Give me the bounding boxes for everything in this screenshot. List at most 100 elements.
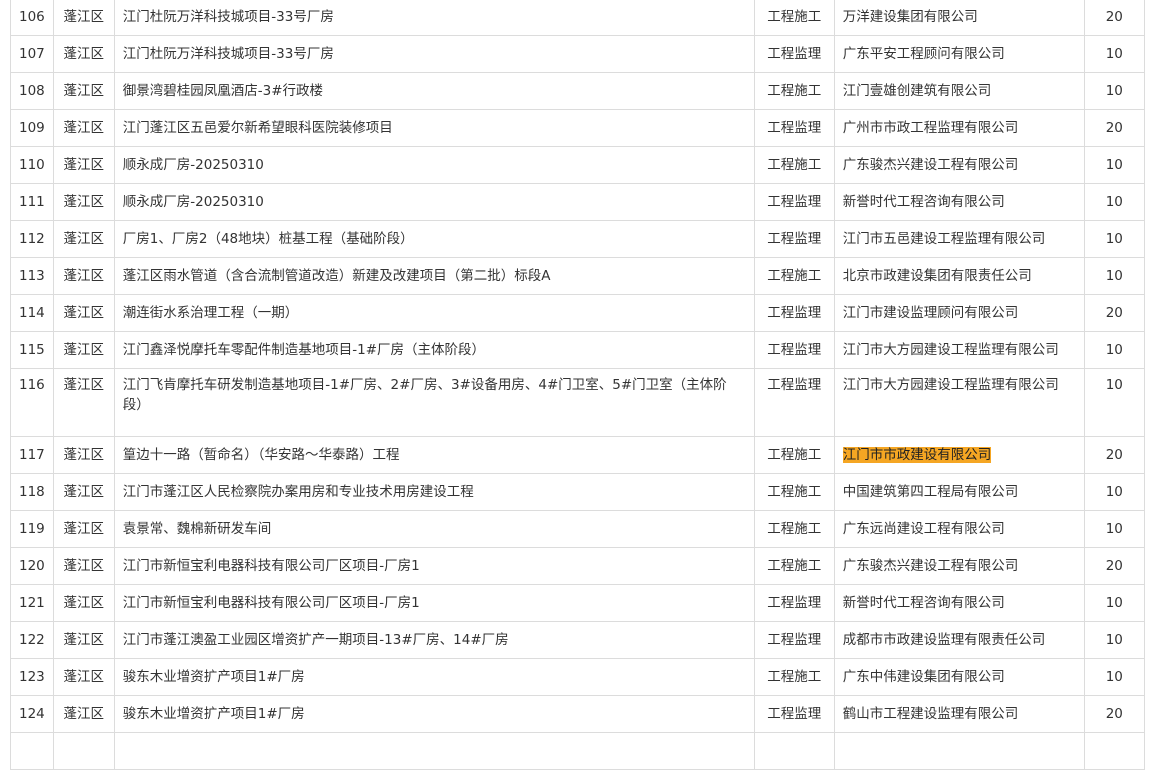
district-cell: 蓬江区 [52, 257, 115, 295]
work-type-cell: 工程施工 [753, 72, 835, 110]
table-row: 113 蓬江区 蓬江区雨水管道（含合流制管道改造）新建及改建项目（第二批）标段A 工程… [10, 257, 1145, 295]
row-number-cell: 120 [10, 547, 54, 585]
row-number-cell: 122 [10, 621, 54, 659]
project-name-cell-text: 江门市蓬江区人民检察院办案用房和专业技术用房建设工程 [122, 484, 474, 500]
work-type-cell: 工程施工 [753, 257, 835, 295]
project-name-cell-text: 江门鑫泽悦摩托车零配件制造基地项目-1#厂房（主体阶段） [122, 342, 486, 358]
company-name-cell-text: 江门市五邑建设工程监理有限公司 [842, 231, 1046, 247]
score-cell-text: 10 [1105, 268, 1123, 284]
work-type-cell-text: 工程监理 [767, 706, 822, 722]
work-type-cell-text: 工程施工 [767, 521, 822, 537]
row-number-cell-text: 124 [19, 706, 45, 722]
work-type-cell: 工程监理 [753, 183, 835, 221]
work-type-cell-text: 工程监理 [767, 46, 822, 62]
row-number-cell: 111 [10, 183, 54, 221]
district-cell-text: 蓬江区 [63, 521, 105, 537]
company-name-cell: 广东骏杰兴建设工程有限公司 [833, 547, 1085, 585]
company-name-cell-text: 江门市市政建设有限公司 [842, 447, 992, 463]
table-row: 124 蓬江区 骏东木业增资扩产项目1#厂房 工程监理 鹤山市工程建设监理有限公司 20 [10, 695, 1145, 733]
project-name-cell-text: 江门杜阮万洋科技城项目-33号厂房 [122, 46, 334, 62]
company-name-cell: 江门市大方园建设工程监理有限公司 [833, 368, 1085, 437]
row-number-cell: 118 [10, 473, 54, 511]
row-number-cell-text: 112 [19, 231, 45, 247]
project-name-cell: 顺永成厂房-20250310 [113, 183, 755, 221]
district-cell-text: 蓬江区 [63, 447, 105, 463]
score-cell: 10 [1083, 257, 1145, 295]
score-cell-text: 10 [1105, 669, 1123, 685]
district-cell: 蓬江区 [52, 72, 115, 110]
score-cell: 10 [1083, 658, 1145, 696]
company-name-cell: 广东骏杰兴建设工程有限公司 [833, 146, 1085, 184]
row-number-cell-text: 109 [19, 120, 45, 136]
score-cell: 20 [1083, 109, 1145, 147]
district-cell: 蓬江区 [52, 473, 115, 511]
project-name-cell-text: 厂房1、厂房2（48地块）桩基工程（基础阶段） [122, 231, 414, 247]
company-name-cell-text: 新誉时代工程咨询有限公司 [842, 595, 1005, 611]
project-name-cell: 江门市新恒宝利电器科技有限公司厂区项目-厂房1 [113, 547, 755, 585]
company-name-cell: 江门市五邑建设工程监理有限公司 [833, 220, 1085, 258]
row-number-cell-text: 123 [19, 669, 45, 685]
company-name-cell: 北京市政建设集团有限责任公司 [833, 257, 1085, 295]
project-name-cell-text: 顺永成厂房-20250310 [122, 194, 264, 210]
company-name-cell: 江门壹雄创建筑有限公司 [833, 72, 1085, 110]
table-row: 121 蓬江区 江门市新恒宝利电器科技有限公司厂区项目-厂房1 工程监理 新誉时代工程咨… [10, 584, 1145, 622]
work-type-cell-text: 工程监理 [767, 120, 822, 136]
score-cell: 10 [1083, 584, 1145, 622]
company-name-cell: 万洋建设集团有限公司 [833, 0, 1085, 36]
table-row: 122 蓬江区 江门市蓬江澳盈工业园区增资扩产一期项目-13#厂房、14#厂房 工程监… [10, 621, 1145, 659]
project-name-cell-text: 江门市蓬江澳盈工业园区增资扩产一期项目-13#厂房、14#厂房 [122, 632, 509, 648]
district-cell-text: 蓬江区 [63, 120, 105, 136]
row-number-cell-text: 107 [19, 46, 45, 62]
table-row: 112 蓬江区 厂房1、厂房2（48地块）桩基工程（基础阶段） 工程监理 江门市五邑建设… [10, 220, 1145, 258]
district-cell: 蓬江区 [52, 0, 115, 36]
score-cell-text: 10 [1105, 632, 1123, 648]
table-row: 110 蓬江区 顺永成厂房-20250310 工程施工 广东骏杰兴建设工程有限公司 10 [10, 146, 1145, 184]
score-cell-text: 10 [1105, 377, 1123, 393]
score-cell: 10 [1083, 473, 1145, 511]
score-cell-text: 10 [1105, 83, 1123, 99]
company-name-cell [833, 732, 1085, 770]
row-number-cell: 108 [10, 72, 54, 110]
score-cell-text: 10 [1105, 46, 1123, 62]
project-name-cell: 厂房1、厂房2（48地块）桩基工程（基础阶段） [113, 220, 755, 258]
work-type-cell: 工程监理 [753, 220, 835, 258]
company-name-cell-text: 新誉时代工程咨询有限公司 [842, 194, 1005, 210]
score-cell-text: 20 [1105, 305, 1123, 321]
company-name-cell-text: 万洋建设集团有限公司 [842, 9, 978, 25]
row-number-cell-text: 120 [19, 558, 45, 574]
table-row: 119 蓬江区 袁景常、魏棉新研发车间 工程施工 广东远尚建设工程有限公司 10 [10, 510, 1145, 548]
district-cell-text: 蓬江区 [63, 706, 105, 722]
table-row: 109 蓬江区 江门蓬江区五邑爱尔新希望眼科医院装修项目 工程监理 广州市市政工程监理有… [10, 109, 1145, 147]
project-name-cell-text: 骏东木业增资扩产项目1#厂房 [122, 706, 305, 722]
project-name-cell-text: 潮连街水系治理工程（一期） [122, 305, 299, 321]
work-type-cell: 工程监理 [753, 331, 835, 369]
work-type-cell-text: 工程监理 [767, 342, 822, 358]
district-cell-text: 蓬江区 [63, 83, 105, 99]
project-name-cell [113, 732, 755, 770]
district-cell-text: 蓬江区 [63, 595, 105, 611]
work-type-cell: 工程施工 [753, 436, 835, 474]
work-type-cell: 工程施工 [753, 658, 835, 696]
table-row: 123 蓬江区 骏东木业增资扩产项目1#厂房 工程施工 广东中伟建设集团有限公司 10 [10, 658, 1145, 696]
row-number-cell: 110 [10, 146, 54, 184]
row-number-cell: 115 [10, 331, 54, 369]
table-row: 111 蓬江区 顺永成厂房-20250310 工程监理 新誉时代工程咨询有限公司 10 [10, 183, 1145, 221]
district-cell-text: 蓬江区 [63, 231, 105, 247]
score-cell: 10 [1083, 35, 1145, 73]
results-table: 106 蓬江区 江门杜阮万洋科技城项目-33号厂房 工程施工 万洋建设集团有限公司 20 1… [10, 0, 1145, 770]
work-type-cell-text: 工程监理 [767, 595, 822, 611]
district-cell: 蓬江区 [52, 547, 115, 585]
project-name-cell-text: 顺永成厂房-20250310 [122, 157, 264, 173]
project-name-cell-text: 篁边十一路（暂命名）（华安路～华泰路）工程 [122, 447, 400, 463]
score-cell-text: 10 [1105, 342, 1123, 358]
district-cell: 蓬江区 [52, 146, 115, 184]
row-number-cell-text: 117 [19, 447, 45, 463]
work-type-cell: 工程施工 [753, 473, 835, 511]
district-cell-text: 蓬江区 [63, 484, 105, 500]
work-type-cell-text: 工程施工 [767, 83, 822, 99]
company-name-cell: 新誉时代工程咨询有限公司 [833, 183, 1085, 221]
score-cell: 10 [1083, 146, 1145, 184]
project-name-cell: 江门市蓬江区人民检察院办案用房和专业技术用房建设工程 [113, 473, 755, 511]
score-cell-text: 20 [1105, 706, 1123, 722]
table-row: 115 蓬江区 江门鑫泽悦摩托车零配件制造基地项目-1#厂房（主体阶段） 工程监理 江门… [10, 331, 1145, 369]
